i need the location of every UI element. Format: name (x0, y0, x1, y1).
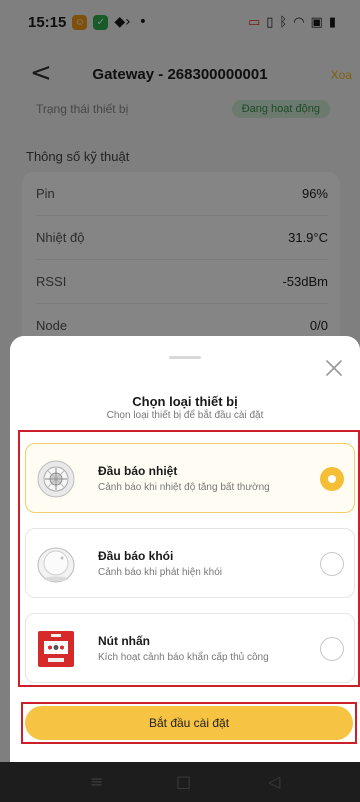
drag-handle[interactable] (169, 356, 201, 359)
close-icon[interactable] (322, 356, 346, 380)
cta-highlight-frame: Bắt đầu cài đặt (21, 702, 357, 744)
option-description: Kích hoạt cảnh báo khẩn cấp thủ công (98, 652, 269, 663)
radio-unselected[interactable] (320, 552, 344, 576)
option-smoke-detector[interactable]: Đầu báo khói Cảnh báo khi phát hiện khói (25, 528, 355, 598)
option-name: Đầu báo nhiệt (98, 464, 178, 478)
radio-selected[interactable] (320, 467, 344, 491)
home-icon[interactable]: □ (176, 772, 191, 792)
option-description: Cảnh báo khi phát hiện khói (98, 567, 222, 578)
option-manual-call-point[interactable]: Nút nhấn Kích hoạt cảnh báo khẩn cấp thủ… (25, 613, 355, 683)
option-heat-detector[interactable]: Đầu báo nhiệt Cảnh báo khi nhiệt độ tăng… (25, 443, 355, 513)
option-name: Đầu báo khói (98, 549, 174, 563)
sheet-title: Chọn loại thiết bị (132, 394, 238, 409)
options-highlight-frame: Đầu báo nhiệt Cảnh báo khi nhiệt độ tăng… (18, 430, 360, 687)
menu-icon[interactable]: ≡ (90, 772, 103, 792)
option-description: Cảnh báo khi nhiệt độ tăng bất thường (98, 482, 270, 493)
start-setup-button[interactable]: Bắt đầu cài đặt (25, 706, 353, 740)
option-name: Nút nhấn (98, 634, 150, 648)
sheet-subtitle: Chọn loại thiết bị để bắt đầu cài đặt (106, 410, 264, 421)
smoke-detector-icon (37, 547, 75, 583)
back-icon[interactable]: ◁ (268, 772, 280, 792)
system-nav-bar: ≡ □ ◁ (0, 762, 360, 802)
device-type-sheet: Chọn loại thiết bị Chọn loại thiết bị để… (10, 336, 360, 762)
radio-unselected[interactable] (320, 637, 344, 661)
heat-detector-icon (37, 460, 75, 498)
manual-call-point-icon (38, 631, 74, 667)
